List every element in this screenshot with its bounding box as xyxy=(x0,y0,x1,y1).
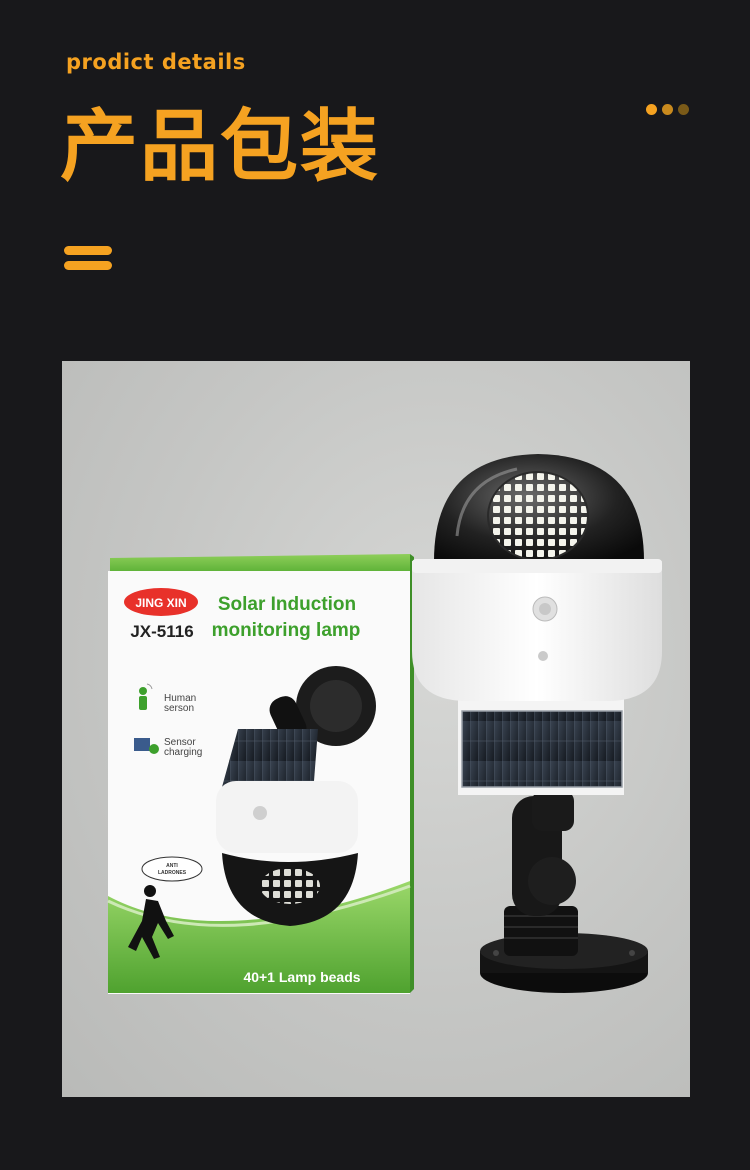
menu-icon xyxy=(64,246,112,272)
menu-bar-top xyxy=(64,246,112,255)
box-brand: JING XIN xyxy=(135,596,186,610)
box-bubble-line1: ANTI xyxy=(166,863,178,869)
page-title: 产品包装 xyxy=(60,102,381,192)
box-feature2-line2: charging xyxy=(164,747,202,758)
three-dots-icon xyxy=(646,104,689,115)
dot-3 xyxy=(678,104,689,115)
page-subtitle: prodict details xyxy=(66,50,246,74)
box-product-name-1: Solar Induction xyxy=(218,594,356,615)
menu-bar-bottom xyxy=(64,261,112,270)
product-photo: JING XIN JX-5116 Solar Induction monitor… xyxy=(62,361,690,1097)
product-box: JING XIN JX-5116 Solar Induction monitor… xyxy=(107,554,414,994)
dot-1 xyxy=(646,104,657,115)
box-feature1-line2: serson xyxy=(164,703,194,714)
dot-2 xyxy=(662,104,673,115)
box-model: JX-5116 xyxy=(130,622,193,641)
solar-lamp xyxy=(412,454,662,993)
box-bubble-line2: LADRONES xyxy=(158,870,187,876)
box-product-name-2: monitoring lamp xyxy=(212,620,361,641)
box-beads-text: 40+1 Lamp beads xyxy=(243,969,360,985)
